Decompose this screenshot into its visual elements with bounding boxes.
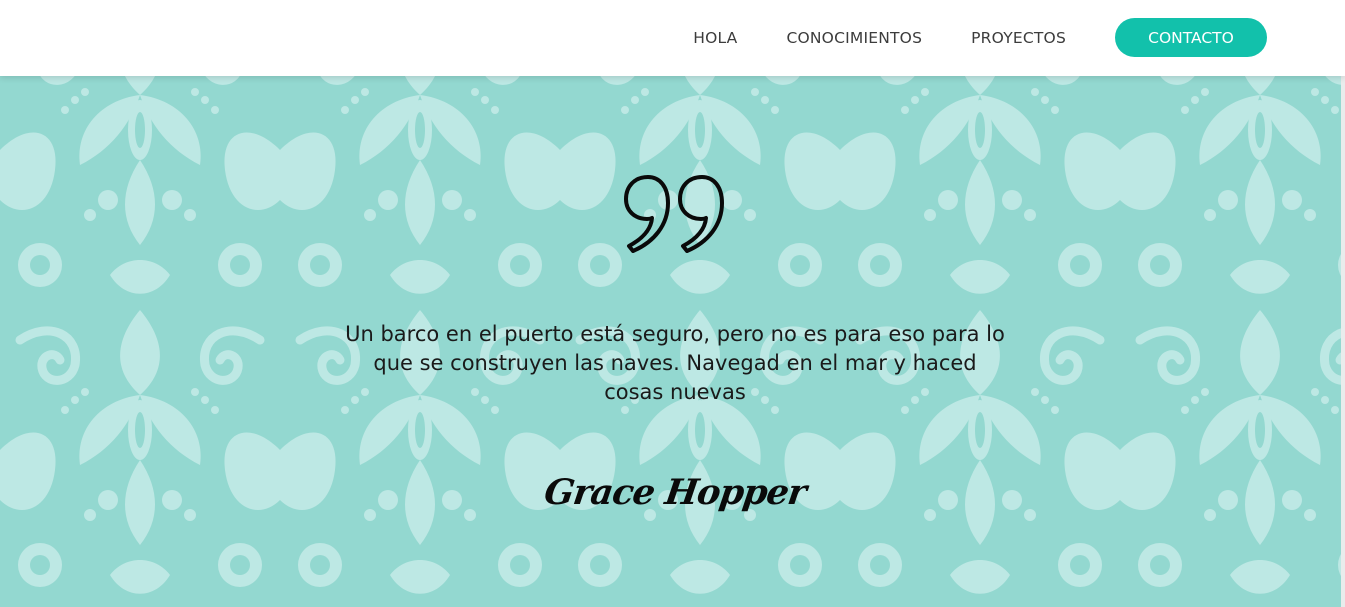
page: HOLA CONOCIMIENTOS PROYECTOS CONTACTO Un… — [0, 0, 1345, 607]
top-navbar: HOLA CONOCIMIENTOS PROYECTOS CONTACTO — [0, 0, 1345, 76]
nav-link-conocimientos[interactable]: CONOCIMIENTOS — [786, 29, 922, 47]
contact-button[interactable]: CONTACTO — [1115, 18, 1267, 57]
quote-author: Grace Hopper — [541, 472, 809, 513]
quote-text: Un barco en el puerto está seguro, pero … — [345, 322, 1005, 404]
nav-link-proyectos[interactable]: PROYECTOS — [971, 29, 1066, 47]
scrollbar-track[interactable] — [1341, 0, 1345, 607]
main-nav: HOLA CONOCIMIENTOS PROYECTOS CONTACTO — [693, 18, 1267, 57]
nav-link-hola[interactable]: HOLA — [693, 29, 737, 47]
damask-background — [0, 0, 1345, 607]
closing-quote-icon — [624, 175, 724, 253]
